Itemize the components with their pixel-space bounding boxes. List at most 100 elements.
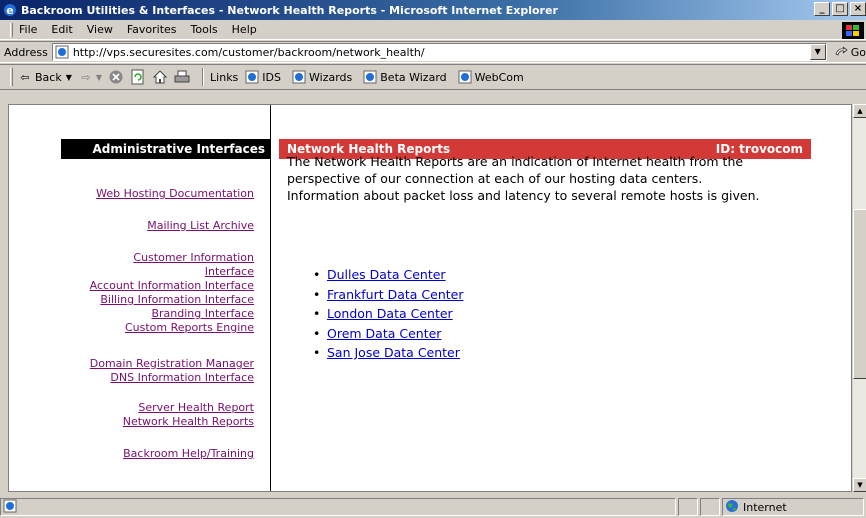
link-ids[interactable]: IDS [244,69,281,85]
data-center-list: Dulles Data Center Frankfurt Data Center… [313,265,463,363]
link-wizards-label: Wizards [309,70,353,84]
page-icon [362,69,378,85]
nav-account-information-interface[interactable]: Account Information Interface [90,279,254,292]
link-beta-wizard-label: Beta Wizard [380,70,447,84]
nav-customer-information[interactable]: Customer Information [133,251,254,264]
close-button[interactable]: × [850,2,866,16]
intro-line: The Network Health Reports are an indica… [287,154,744,169]
nav-custom-reports-engine[interactable]: Custom Reports Engine [125,321,254,334]
link-frankfurt-data-center[interactable]: Frankfurt Data Center [327,287,463,302]
print-icon [174,69,190,85]
status-progress [678,498,698,516]
address-bar: Address http://vps.securesites.com/custo… [0,41,866,63]
windows-logo-icon [842,22,864,39]
menu-file[interactable]: File [19,23,37,36]
page-icon [291,69,307,85]
toolbar-grip[interactable] [10,22,13,37]
links-label: Links [210,70,239,84]
go-button[interactable]: Go [833,44,866,60]
toolbar-grip[interactable] [10,68,13,86]
back-arrow-icon: ⇦ [20,70,30,84]
status-bar: Internet [0,496,866,518]
menu-bar: File Edit View Favorites Tools Help [0,20,866,40]
link-dulles-data-center[interactable]: Dulles Data Center [327,267,446,282]
forward-button[interactable]: ⇨ ▼ [78,69,102,85]
address-label: Address [4,45,48,59]
back-dropdown-icon[interactable]: ▼ [66,73,72,82]
zone-label: Internet [743,500,787,514]
list-item: London Data Center [313,304,463,324]
list-item: Frankfurt Data Center [313,285,463,305]
scroll-up-icon[interactable]: ▲ [853,104,866,118]
list-item: Dulles Data Center [313,265,463,285]
standard-toolbar: ⇦ Back ▼ ⇨ ▼ Links IDS Wizards Beta Wiza… [0,64,866,90]
page-icon [244,69,260,85]
sidebar-header: Administrative Interfaces [61,139,271,159]
ie-icon: e [3,3,17,17]
nav-customer-information-interface[interactable]: Interface [205,265,254,278]
nav-network-health-reports[interactable]: Network Health Reports [123,415,254,428]
menu-favorites[interactable]: Favorites [127,23,177,36]
nav-mailing-list-archive[interactable]: Mailing List Archive [147,219,254,232]
vertical-scrollbar[interactable]: ▲ ▼ [852,104,866,492]
menu-edit[interactable]: Edit [51,23,72,36]
link-webcom[interactable]: WebCom [457,69,524,85]
scroll-down-icon[interactable]: ▼ [853,478,866,492]
refresh-icon [130,69,146,85]
list-item: San Jose Data Center [313,343,463,363]
admin-sidebar: Administrative Interfaces Web Hosting Do… [9,105,271,491]
link-san-jose-data-center[interactable]: San Jose Data Center [327,345,460,360]
nav-dns-information-interface[interactable]: DNS Information Interface [110,371,254,384]
window-title: Backroom Utilities & Interfaces - Networ… [21,3,558,17]
link-webcom-label: WebCom [474,70,524,84]
svg-text:e: e [6,4,13,17]
page-icon [457,69,473,85]
menu-view[interactable]: View [87,23,113,36]
nav-domain-registration-manager[interactable]: Domain Registration Manager [90,357,254,370]
nav-backroom-help-training[interactable]: Backroom Help/Training [123,447,254,460]
maximize-button[interactable]: □ [832,2,848,16]
refresh-button[interactable] [130,69,146,85]
status-security [700,498,720,516]
nav-web-hosting-documentation[interactable]: Web Hosting Documentation [96,187,254,200]
globe-icon [725,499,739,516]
list-item: Orem Data Center [313,324,463,344]
menu-help[interactable]: Help [232,23,257,36]
back-label: Back [35,70,62,84]
title-bar: e Backroom Utilities & Interfaces - Netw… [0,0,866,20]
page-viewport: Administrative Interfaces Web Hosting Do… [8,104,852,492]
go-label: Go [850,45,866,59]
status-message [0,498,676,516]
link-orem-data-center[interactable]: Orem Data Center [327,326,441,341]
intro-line: Information about packet loss and latenc… [287,188,760,203]
browser-window: e Backroom Utilities & Interfaces - Netw… [0,0,866,518]
nav-branding-interface[interactable]: Branding Interface [151,307,254,320]
address-dropdown-icon[interactable]: ▼ [809,44,826,60]
address-url: http://vps.securesites.com/customer/back… [72,45,425,59]
status-zone: Internet [722,498,864,516]
home-button[interactable] [152,69,168,85]
print-button[interactable] [174,69,190,85]
home-icon [152,69,168,85]
nav-billing-information-interface[interactable]: Billing Information Interface [100,293,254,306]
minimize-button[interactable]: _ [814,2,830,16]
intro-line: perspective of our connection at each of… [287,171,703,186]
link-london-data-center[interactable]: London Data Center [327,306,453,321]
link-wizards[interactable]: Wizards [291,69,352,85]
forward-arrow-icon: ⇨ [81,70,91,84]
stop-icon [108,69,124,85]
menu-tools[interactable]: Tools [191,23,218,36]
link-ids-label: IDS [262,70,281,84]
link-beta-wizard[interactable]: Beta Wizard [362,69,447,85]
page-done-icon [3,499,17,516]
intro-paragraph: The Network Health Reports are an indica… [287,153,807,204]
window-controls: _ □ × [814,2,866,16]
scroll-thumb[interactable] [853,209,866,379]
stop-button[interactable] [108,69,124,85]
toolbar-separator [202,68,205,86]
page-icon [55,45,69,59]
forward-dropdown-icon[interactable]: ▼ [96,73,102,82]
back-button[interactable]: ⇦ Back ▼ [17,69,72,85]
nav-server-health-report[interactable]: Server Health Report [138,401,254,414]
address-input[interactable]: http://vps.securesites.com/customer/back… [51,43,827,61]
